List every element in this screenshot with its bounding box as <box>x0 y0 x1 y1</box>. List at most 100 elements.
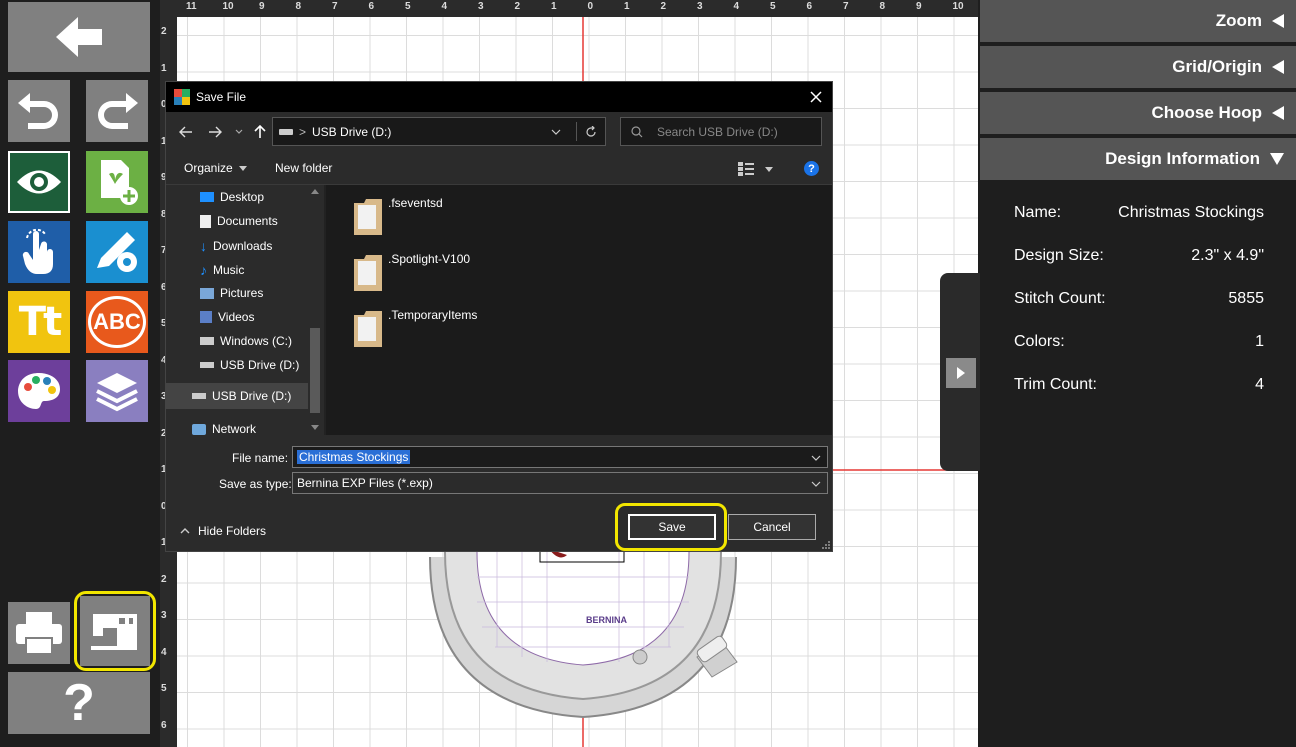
drive-icon <box>200 362 214 368</box>
nav-item-windows-c[interactable]: Windows (C:) <box>200 334 292 348</box>
info-label: Name: <box>1014 204 1062 221</box>
ruler-tick-label: 8 <box>295 1 302 12</box>
layers-button[interactable] <box>86 360 148 422</box>
monogram-tool-button[interactable]: ABC <box>86 291 148 353</box>
info-row-colors: Colors: 1 <box>1014 333 1264 351</box>
printer-icon <box>16 612 62 655</box>
add-design-button[interactable] <box>86 151 148 213</box>
save-type-value: Bernina EXP Files (*.exp) <box>297 476 433 490</box>
search-box[interactable]: Search USB Drive (D:) <box>620 117 822 146</box>
pictures-icon <box>200 287 214 299</box>
color-tool-button[interactable] <box>8 360 70 422</box>
resize-grip-icon[interactable] <box>822 541 830 549</box>
nav-label: USB Drive (D:) <box>220 358 300 372</box>
up-arrow-icon[interactable] <box>254 125 266 139</box>
chevron-up-icon <box>180 528 190 534</box>
grid-origin-section-header[interactable]: Grid/Origin <box>980 46 1296 88</box>
pencil-gear-icon <box>97 232 137 272</box>
design-information-section-header[interactable]: Design Information <box>980 138 1296 180</box>
zoom-section-header[interactable]: Zoom <box>980 0 1296 42</box>
right-panel: Zoom Grid/Origin Choose Hoop Design Info… <box>978 0 1296 747</box>
organize-menu[interactable]: Organize <box>184 161 247 175</box>
ruler-tick-label: 5 <box>161 683 167 694</box>
ruler-tick-label: 2 <box>161 573 167 585</box>
scrollbar-down-arrow[interactable] <box>311 425 319 430</box>
folder-item[interactable]: .fseventsd <box>352 196 443 237</box>
nav-item-videos[interactable]: Videos <box>200 310 254 324</box>
info-value: 1 <box>1255 333 1264 350</box>
ruler-tick-label: 8 <box>879 1 886 12</box>
palette-icon <box>18 373 60 409</box>
design-information-header-label: Design Information <box>1105 149 1260 168</box>
ruler-tick-label: 2 <box>514 1 521 12</box>
grid-origin-header-label: Grid/Origin <box>1172 57 1262 76</box>
address-path: USB Drive (D:) <box>312 124 392 139</box>
ruler-tick-label: 1 <box>624 1 630 12</box>
nav-item-selected[interactable]: USB Drive (D:) <box>166 383 308 409</box>
undo-button[interactable] <box>8 80 70 142</box>
scrollbar-thumb[interactable] <box>310 328 320 413</box>
chevron-down-icon[interactable] <box>811 455 821 461</box>
select-tool-button[interactable] <box>8 221 70 283</box>
back-button[interactable] <box>8 2 150 72</box>
dialog-title-bar: Save File <box>166 82 832 112</box>
nav-label: Music <box>213 263 245 277</box>
file-name-input[interactable]: Christmas Stockings <box>292 446 828 468</box>
app-icon <box>174 89 190 105</box>
touch-hand-icon <box>22 228 53 274</box>
scrollbar-up-arrow[interactable] <box>311 189 319 194</box>
text-tool-button[interactable]: Tt <box>8 291 70 353</box>
info-row-stitch-count: Stitch Count: 5855 <box>1014 290 1264 308</box>
nav-item-usb-drive[interactable]: USB Drive (D:) <box>200 358 299 372</box>
back-arrow-icon[interactable] <box>179 126 193 138</box>
nav-item-desktop[interactable]: Desktop <box>200 190 264 204</box>
nav-label: USB Drive (D:) <box>212 389 292 403</box>
chevron-down-icon[interactable] <box>765 167 773 172</box>
forward-arrow-icon[interactable] <box>208 126 222 138</box>
choose-hoop-section-header[interactable]: Choose Hoop <box>980 92 1296 134</box>
nav-label: Desktop <box>220 190 265 204</box>
folder-icon <box>354 311 382 347</box>
info-row-name: Name: Christmas Stockings <box>1014 204 1264 222</box>
hide-folders-toggle[interactable]: Hide Folders <box>180 524 266 538</box>
edit-tool-button[interactable] <box>86 221 148 283</box>
nav-label: Videos <box>218 310 255 324</box>
cancel-button[interactable]: Cancel <box>728 514 816 540</box>
desktop-icon <box>200 192 214 202</box>
help-button[interactable]: ? <box>804 161 819 176</box>
view-options-icon[interactable] <box>738 162 754 176</box>
info-label: Design Size: <box>1014 247 1104 264</box>
info-row-trim-count: Trim Count: 4 <box>1014 376 1264 394</box>
info-value: 5855 <box>1228 290 1264 307</box>
new-folder-button[interactable]: New folder <box>275 161 332 175</box>
ruler-tick-label: 6 <box>161 719 167 731</box>
nav-scrollbar[interactable] <box>308 185 322 435</box>
chevron-down-icon[interactable] <box>551 129 561 135</box>
nav-item-documents[interactable]: Documents <box>200 214 278 228</box>
layers-icon <box>96 373 138 412</box>
chevron-down-icon <box>811 481 821 487</box>
choose-hoop-header-label: Choose Hoop <box>1151 103 1263 122</box>
redo-button[interactable] <box>86 80 148 142</box>
nav-item-pictures[interactable]: Pictures <box>200 286 263 300</box>
nav-item-music[interactable]: ♪ Music <box>200 262 244 278</box>
nav-item-downloads[interactable]: ↓ Downloads <box>200 238 272 254</box>
recent-locations-chevron-icon[interactable] <box>235 129 243 135</box>
save-type-select[interactable]: Bernina EXP Files (*.exp) <box>292 472 828 494</box>
nav-label: Windows (C:) <box>220 334 293 348</box>
ruler-tick-label: 1 <box>551 1 557 12</box>
print-button[interactable] <box>8 602 70 664</box>
address-bar[interactable]: > USB Drive (D:) <box>272 117 606 146</box>
close-icon[interactable] <box>810 91 822 103</box>
help-button[interactable]: ? <box>8 672 150 734</box>
expand-down-icon <box>1270 153 1284 165</box>
collapse-left-icon <box>1272 106 1284 120</box>
folder-name: .Spotlight-V100 <box>388 252 471 266</box>
folder-item[interactable]: .TemporaryItems <box>352 308 477 349</box>
folder-item[interactable]: .Spotlight-V100 <box>352 252 471 293</box>
nav-item-network[interactable]: Network <box>192 422 256 435</box>
ruler-tick-label: 4 <box>161 646 167 658</box>
view-button[interactable] <box>8 151 70 213</box>
refresh-icon[interactable] <box>585 126 597 138</box>
flyout-expand-button[interactable] <box>946 358 976 388</box>
